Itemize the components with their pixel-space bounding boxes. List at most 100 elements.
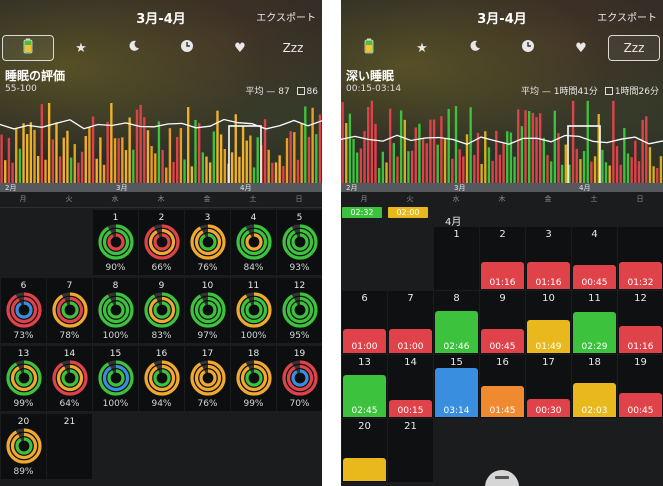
chart-bar <box>506 131 509 188</box>
calendar-day-cell[interactable]: 3 01:16 <box>526 227 571 290</box>
chart-bar <box>29 122 33 188</box>
calendar-day-cell[interactable]: 8 02:46 <box>434 291 479 354</box>
calendar-day-cell[interactable]: 16 01:45 <box>480 355 525 418</box>
calendar-day-cell[interactable]: 7 01:00 <box>388 291 433 354</box>
calendar-day-cell[interactable]: 9 83% <box>139 278 184 343</box>
day-number: 2 <box>499 229 506 240</box>
calendar-day-cell[interactable]: 10 97% <box>185 278 230 343</box>
tab-heart[interactable]: ♥ <box>555 35 607 61</box>
calendar-day-cell[interactable]: 13 02:45 <box>342 355 387 418</box>
calendar-day-cell[interactable]: 21 <box>47 414 92 479</box>
chart-bar <box>634 140 637 188</box>
calendar-day-cell[interactable]: 20 89% <box>1 414 46 479</box>
chart-bar <box>62 137 65 188</box>
tab-battery[interactable] <box>343 35 395 61</box>
calendar-day-cell[interactable]: 11 100% <box>231 278 276 343</box>
prev-week-chip[interactable]: 02:32 <box>342 207 382 218</box>
chart-bar <box>421 138 425 188</box>
day-number: 4 <box>250 213 257 223</box>
calendar-day-cell[interactable]: 2 66% <box>139 210 184 275</box>
calendar-day-cell[interactable]: 17 00:30 <box>526 355 571 418</box>
tab-zzz[interactable]: Zzz <box>267 35 319 61</box>
calendar-day-cell[interactable]: 13 99% <box>1 346 46 411</box>
export-button[interactable]: エクスポート <box>597 9 657 24</box>
calendar-day-cell[interactable]: 14 64% <box>47 346 92 411</box>
calendar-day-cell[interactable]: 20 <box>342 419 387 482</box>
calendar-day-cell[interactable]: 15 03:14 <box>434 355 479 418</box>
chart-bar <box>99 137 102 188</box>
sleep-ring-icon <box>6 360 42 396</box>
calendar-day-cell[interactable]: 16 94% <box>139 346 184 411</box>
day-number: 11 <box>247 281 260 291</box>
calendar-day-cell[interactable]: 14 00:15 <box>388 355 433 418</box>
day-number: 16 <box>496 357 509 368</box>
calendar-day-cell[interactable]: 2 01:16 <box>480 227 525 290</box>
score-percent: 76% <box>197 399 218 409</box>
score-percent: 76% <box>197 263 218 273</box>
calendar-day-cell[interactable]: 4 00:45 <box>572 227 617 290</box>
tab-moon[interactable] <box>449 35 501 61</box>
calendar-day-cell[interactable]: 12 01:16 <box>618 291 663 354</box>
chart-bar <box>15 127 18 188</box>
calendar-day-cell[interactable]: 12 95% <box>277 278 322 343</box>
sleep-score-bar-chart[interactable] <box>0 95 322 195</box>
chart-bar <box>307 136 311 188</box>
calendar-day-cell[interactable]: 18 99% <box>231 346 276 411</box>
sleep-ring-icon <box>6 292 42 328</box>
chart-bar <box>117 138 120 188</box>
day-number: 3 <box>204 213 211 223</box>
tab-moon[interactable] <box>108 35 160 61</box>
tab-battery[interactable] <box>2 35 54 61</box>
calendar-day-cell[interactable]: 11 02:29 <box>572 291 617 354</box>
export-button[interactable]: エクスポート <box>256 9 316 24</box>
calendar-day-cell[interactable]: 9 00:45 <box>480 291 525 354</box>
calendar-day-cell[interactable]: 4 84% <box>231 210 276 275</box>
calendar-day-cell[interactable]: 19 00:45 <box>618 355 663 418</box>
deep-sleep-duration: 01:00 <box>397 342 424 352</box>
calendar-day-cell[interactable]: 21 <box>388 419 433 482</box>
prev-week-chip[interactable]: 02:00 <box>388 207 428 218</box>
calendar-day-cell[interactable]: 10 01:49 <box>526 291 571 354</box>
selected-week-box[interactable] <box>228 125 262 189</box>
calendar-day-cell[interactable]: 19 70% <box>277 346 322 411</box>
weekday-label: 土 <box>590 195 598 203</box>
tab-zzz[interactable]: Zzz <box>608 35 660 61</box>
heart-icon: ♥ <box>575 40 587 56</box>
day-number: 10 <box>542 293 555 304</box>
tab-clock[interactable] <box>161 35 213 61</box>
chart-bar <box>348 113 352 188</box>
calendar-day-cell[interactable]: 17 76% <box>185 346 230 411</box>
chart-bar <box>367 107 370 188</box>
chart-bar <box>91 116 95 188</box>
tab-heart[interactable]: ♥ <box>214 35 266 61</box>
chart-bar <box>315 134 318 188</box>
deep-sleep-duration: 00:45 <box>489 342 516 352</box>
calendar-day-cell[interactable]: 3 76% <box>185 210 230 275</box>
chart-bar <box>40 104 44 188</box>
calendar-day-cell[interactable]: 1 90% <box>93 210 138 275</box>
calendar-day-cell[interactable]: 5 93% <box>277 210 322 275</box>
tab-star[interactable]: ★ <box>396 35 448 61</box>
calendar-day-cell[interactable]: 18 02:03 <box>572 355 617 418</box>
tab-star[interactable]: ★ <box>55 35 107 61</box>
calendar-day-cell[interactable]: 6 01:00 <box>342 291 387 354</box>
collapse-handle-button[interactable] <box>485 470 519 486</box>
calendar-day-cell[interactable]: 15 100% <box>93 346 138 411</box>
chart-bar <box>476 132 480 188</box>
day-number: 9 <box>499 293 506 304</box>
chart-bar <box>509 132 513 188</box>
chart-bar <box>304 106 307 188</box>
calendar-day-cell[interactable]: 8 100% <box>93 278 138 343</box>
calendar-day-cell[interactable]: 6 73% <box>1 278 46 343</box>
calendar-day-cell[interactable]: 1 <box>434 227 479 290</box>
sleep-ring-icon <box>98 292 134 328</box>
sleep-ring-icon <box>190 224 226 260</box>
calendar-day-cell[interactable]: 7 78% <box>47 278 92 343</box>
calendar-day-cell[interactable]: 01:32 <box>618 227 663 290</box>
day-number: 13 <box>17 349 30 359</box>
deep-sleep-bar <box>343 458 386 481</box>
deep-sleep-duration: 01:16 <box>627 342 654 352</box>
tab-clock[interactable] <box>502 35 554 61</box>
deep-sleep-duration: 01:45 <box>489 406 516 416</box>
deep-sleep-bar-chart[interactable] <box>341 95 663 195</box>
